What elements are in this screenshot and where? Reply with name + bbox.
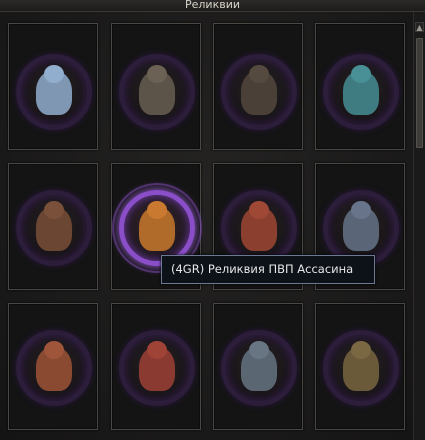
relic-slot-5[interactable] — [8, 163, 98, 290]
window-title: Реликвии — [184, 0, 240, 11]
relic-ring — [16, 330, 92, 406]
hooded-warrior-icon — [241, 71, 277, 115]
horned-dwarf-icon — [36, 347, 72, 391]
relics-grid — [0, 12, 412, 440]
relic-ring — [221, 54, 297, 130]
pvp-assassin-icon — [139, 207, 175, 251]
relics-panel: ▲ — [0, 12, 425, 440]
relic-ring — [323, 330, 399, 406]
relic-ring — [119, 330, 195, 406]
relic-slot-3[interactable] — [213, 23, 303, 150]
dark-portal-icon — [343, 207, 379, 251]
red-spiked-beast-icon — [241, 207, 277, 251]
title-bar: Реликвии — [0, 0, 425, 12]
relic-ring — [16, 190, 92, 266]
relic-tooltip: (4GR) Реликвия ПВП Ассасина — [161, 255, 375, 284]
relic-slot-4[interactable] — [315, 23, 405, 150]
armored-beast-icon — [139, 71, 175, 115]
dark-elf-icon — [343, 71, 379, 115]
rock-golem-icon — [36, 207, 72, 251]
scroll-up-button[interactable]: ▲ — [415, 22, 424, 32]
relic-slot-12[interactable] — [315, 303, 405, 430]
relic-slot-9[interactable] — [8, 303, 98, 430]
relic-ring — [16, 54, 92, 130]
relic-slot-10[interactable] — [111, 303, 201, 430]
relic-slot-2[interactable] — [111, 23, 201, 150]
ice-spirit-icon — [36, 71, 72, 115]
vertical-scrollbar[interactable]: ▲ — [413, 12, 425, 440]
scroll-thumb[interactable] — [416, 38, 423, 148]
red-demon-icon — [139, 347, 175, 391]
relic-slot-11[interactable] — [213, 303, 303, 430]
relic-slot-1[interactable] — [8, 23, 98, 150]
orc-shaman-icon — [343, 347, 379, 391]
steel-knight-icon — [241, 347, 277, 391]
relic-ring — [323, 54, 399, 130]
relic-ring — [119, 54, 195, 130]
relic-ring — [221, 330, 297, 406]
